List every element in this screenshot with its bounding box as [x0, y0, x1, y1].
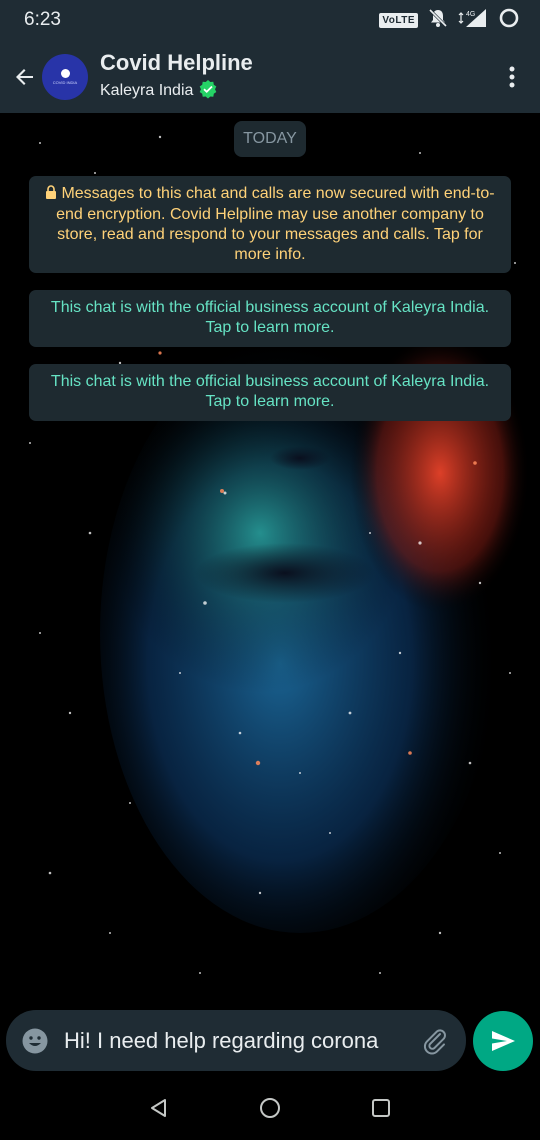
attach-button[interactable]	[418, 1024, 452, 1058]
volte-icon: VoLTE	[379, 12, 418, 28]
lock-icon	[45, 185, 57, 205]
send-icon	[492, 1031, 515, 1051]
avatar-text: COVID INDIA	[52, 79, 78, 85]
chat-subtitle-row: Kaleyra India	[100, 79, 253, 104]
chat-area[interactable]: TODAY Messages to this chat and calls ar…	[0, 113, 540, 1008]
battery-saver-icon	[498, 7, 520, 34]
svg-text:4G: 4G	[466, 11, 475, 18]
chat-header: COVID INDIA Covid Helpline Kaleyra India	[0, 40, 540, 113]
emoji-button[interactable]	[20, 1026, 50, 1056]
status-time: 6:23	[24, 9, 61, 30]
verified-badge-icon	[198, 79, 218, 104]
chat-title: Covid Helpline	[100, 49, 253, 75]
send-button[interactable]	[473, 1011, 533, 1071]
nav-back-icon	[151, 1099, 166, 1117]
chat-title-block[interactable]: Covid Helpline Kaleyra India	[100, 50, 253, 104]
chat-subtitle: Kaleyra India	[100, 82, 194, 99]
nav-home-icon	[260, 1098, 280, 1118]
encryption-notice-text: Messages to this chat and calls are now …	[56, 185, 495, 263]
nav-recents-icon	[372, 1099, 390, 1117]
business-account-notice[interactable]: This chat is with the official business …	[29, 290, 511, 347]
system-nav-bar	[0, 1075, 540, 1140]
more-options-button[interactable]	[502, 57, 522, 97]
message-composer	[6, 1010, 466, 1071]
date-chip: TODAY	[234, 121, 306, 157]
encryption-notice[interactable]: Messages to this chat and calls are now …	[29, 176, 511, 273]
business-notice-text: This chat is with the official business …	[50, 299, 490, 336]
status-icons: VoLTE 4G	[379, 7, 520, 34]
nav-back-button[interactable]	[146, 1095, 172, 1121]
notifications-off-icon	[428, 8, 448, 33]
attachment-icon	[423, 1028, 446, 1054]
business-notice-text: This chat is with the official business …	[50, 373, 490, 410]
business-account-notice[interactable]: This chat is with the official business …	[29, 364, 511, 421]
avatar-logo-icon	[60, 68, 70, 78]
nav-home-button[interactable]	[257, 1095, 283, 1121]
signal-icon: 4G	[458, 8, 488, 33]
emoji-icon	[22, 1028, 48, 1053]
nav-recents-button[interactable]	[368, 1095, 394, 1121]
more-vert-icon	[509, 66, 515, 87]
back-arrow-icon	[16, 68, 33, 85]
message-input[interactable]	[64, 1027, 412, 1054]
status-bar: 6:23 VoLTE 4G	[0, 0, 540, 40]
avatar[interactable]: COVID INDIA	[42, 53, 88, 100]
back-button[interactable]	[8, 57, 42, 97]
